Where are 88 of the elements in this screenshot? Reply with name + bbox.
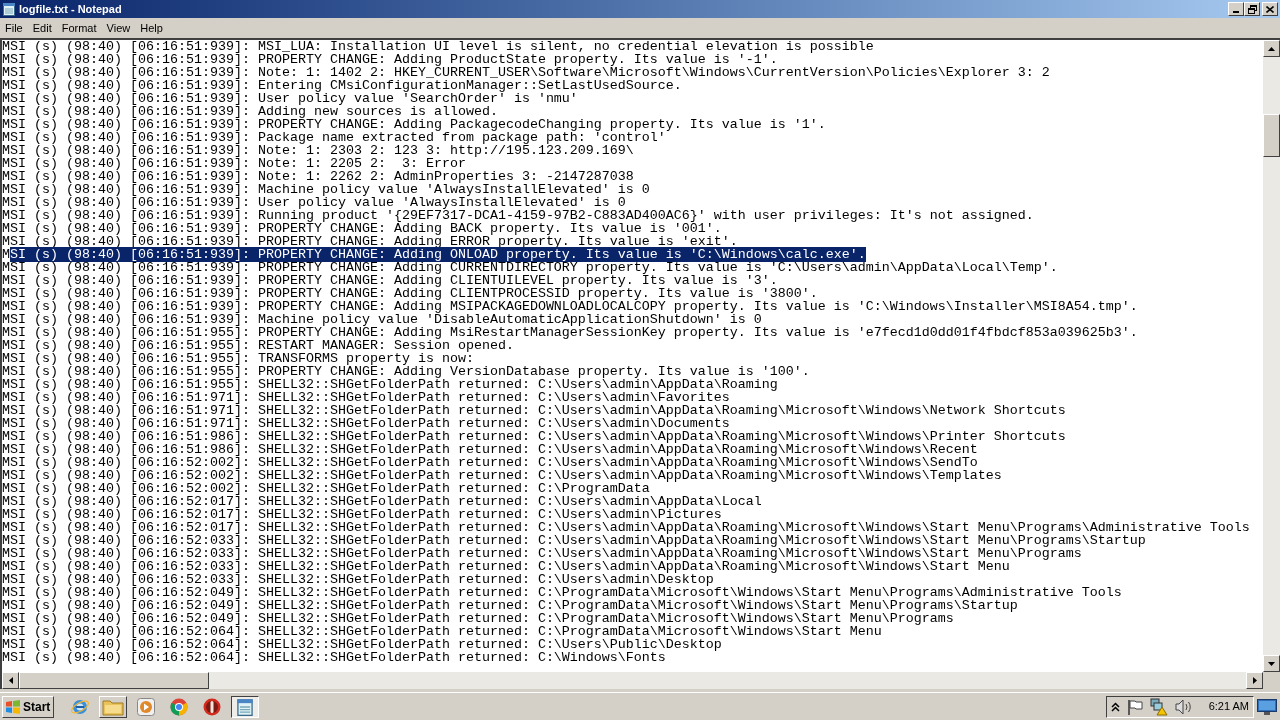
play-icon xyxy=(137,697,155,716)
log-line: MSI (s) (98:40) [06:16:51:939]: PROPERTY CHANGE: Adding CURRENTDIRECTORY property. Its value is 'C:\Users\admin\AppData\Local\Temp'. xyxy=(2,261,1058,274)
flag-icon[interactable] xyxy=(1127,698,1143,715)
horizontal-scrollbar[interactable] xyxy=(2,672,1263,689)
menu-item[interactable]: Help xyxy=(135,19,168,37)
scroll-down-button[interactable] xyxy=(1263,655,1280,672)
log-line: MSI (s) (98:40) [06:16:51:939]: Note: 1: 1402 2: HKEY_CURRENT_USER\Software\Microsoft\Windows\CurrentVersion\Policies\Explorer 3: 2 xyxy=(2,66,1050,79)
start-logo-icon xyxy=(5,699,21,714)
log-line: MSI (s) (98:40) [06:16:51:955]: PROPERTY CHANGE: Adding MsiRestartManagerSessionKey property. Its value is 'e7fecd1d0dd01f4fbdcf853a039625b3'. xyxy=(2,326,1138,339)
log-line: MSI (s) (98:40) [06:16:52:033]: SHELL32::SHGetFolderPath returned: C:\Users\admin\AppData\Roaming\Microsoft\Windows\Start Menu xyxy=(2,560,1010,573)
log-line: MSI (s) (98:40) [06:16:51:939]: Running product '{29EF7317-DCA1-4159-97B2-C883AD400AC6}' with user privileges: It's not assigned. xyxy=(2,209,1034,222)
scroll-thumb[interactable] xyxy=(19,672,209,689)
double-chevron-up-icon[interactable] xyxy=(1111,701,1120,712)
log-line: MSI (s) (98:40) [06:16:51:971]: SHELL32::SHGetFolderPath returned: C:\Users\admin\AppData\Roaming\Microsoft\Windows\Network Shortcuts xyxy=(2,404,1066,417)
restore-button[interactable] xyxy=(1244,2,1260,16)
disc-logo-icon xyxy=(203,697,221,716)
log-line: MSI (s) (98:40) [06:16:52:002]: SHELL32::SHGetFolderPath returned: C:\ProgramData xyxy=(2,482,650,495)
start-button[interactable]: Start xyxy=(2,695,54,718)
right-arrow-icon xyxy=(1252,677,1257,684)
log-line: MSI (s) (98:40) [06:16:51:939]: PROPERTY CHANGE: Adding ERROR property. Its value is 'exit'. xyxy=(2,235,738,248)
desktop-icon xyxy=(1257,698,1277,715)
minimize-button[interactable] xyxy=(1228,2,1244,16)
log-line: MSI (s) (98:40) [06:16:51:939]: PROPERTY CHANGE: Adding CLIENTUILEVEL property. Its value is '3'. xyxy=(2,274,778,287)
log-line: MSI (s) (98:40) [06:16:51:939]: MSI_LUA: Installation UI level is silent, no credential elevation is possible xyxy=(2,40,874,53)
restore-icon xyxy=(1247,4,1257,14)
text-editor[interactable] xyxy=(2,40,1263,672)
log-line: MSI (s) (98:40) [06:16:51:939]: Package name extracted from package path: 'control' xyxy=(2,131,666,144)
menu-item[interactable]: File xyxy=(0,19,28,37)
menu-item[interactable]: Format xyxy=(56,19,102,37)
log-line: MSI (s) (98:40) [06:16:52:049]: SHELL32::SHGetFolderPath returned: C:\ProgramData\Microsoft\Windows\Start Menu\Programs xyxy=(2,612,954,625)
menu-item[interactable]: Edit xyxy=(27,19,57,37)
vertical-scrollbar[interactable] xyxy=(1263,40,1280,672)
log-line: MSI (s) (98:40) [06:16:51:939]: PROPERTY CHANGE: Adding BACK property. Its value is '001'. xyxy=(2,222,722,235)
log-line: MSI (s) (98:40) [06:16:52:049]: SHELL32::SHGetFolderPath returned: C:\ProgramData\Microsoft\Windows\Start Menu\Programs\Startup xyxy=(2,599,1018,612)
log-line: MSI (s) (98:40) [06:16:52:033]: SHELL32::SHGetFolderPath returned: C:\Users\admin\AppData\Roaming\Microsoft\Windows\Start Menu\Programs xyxy=(2,547,1082,560)
log-line: MSI (s) (98:40) [06:16:51:986]: SHELL32::SHGetFolderPath returned: C:\Users\admin\AppData\Roaming\Microsoft\Windows\Printer Shortcuts xyxy=(2,430,1066,443)
scroll-left-button[interactable] xyxy=(2,672,19,689)
log-line: MSI (s) (98:40) [06:16:52:017]: SHELL32::SHGetFolderPath returned: C:\Users\admin\AppData\Local xyxy=(2,495,762,508)
log-line: MSI (s) (98:40) [06:16:51:939]: Note: 1: 2303 2: 123 3: http://195.123.209.169\ xyxy=(2,144,634,157)
log-line: MSI (s) (98:40) [06:16:52:017]: SHELL32::SHGetFolderPath returned: C:\Users\admin\Pictures xyxy=(2,508,722,521)
log-line: MSI (s) (98:40) [06:16:51:939]: PROPERTY CHANGE: Adding ONLOAD property. Its value is 'C:\Windows\calc.exe'. xyxy=(2,248,866,261)
log-line: MSI (s) (98:40) [06:16:51:939]: PROPERTY CHANGE: Adding PackagecodeChanging property. Its value is '1'. xyxy=(2,118,826,131)
log-line: MSI (s) (98:40) [06:16:52:033]: SHELL32::SHGetFolderPath returned: C:\Users\admin\AppData\Roaming\Microsoft\Windows\Start Menu\Programs\Startup xyxy=(2,534,1146,547)
log-line: MSI (s) (98:40) [06:16:51:955]: PROPERTY CHANGE: Adding VersionDatabase property. Its value is '100'. xyxy=(2,365,810,378)
log-line: MSI (s) (98:40) [06:16:52:064]: SHELL32::SHGetFolderPath returned: C:\ProgramData\Microsoft\Windows\Start Menu xyxy=(2,625,882,638)
minimize-icon xyxy=(1233,11,1239,13)
log-line: MSI (s) (98:40) [06:16:51:939]: PROPERTY CHANGE: Adding MSIPACKAGEDOWNLOADLOCALCOPY property. Its value is 'C:\Windows\Installer\MSI8A54.tmp'. xyxy=(2,300,1138,313)
scroll-thumb[interactable] xyxy=(1263,114,1280,157)
clock[interactable]: 6:21 AM xyxy=(1208,698,1249,715)
log-line: MSI (s) (98:40) [06:16:52:049]: SHELL32::SHGetFolderPath returned: C:\ProgramData\Microsoft\Windows\Start Menu\Programs\Administrative Tools xyxy=(2,586,1122,599)
log-line: MSI (s) (98:40) [06:16:51:955]: RESTART MANAGER: Session opened. xyxy=(2,339,514,352)
notepad-icon xyxy=(236,697,254,716)
close-icon xyxy=(1266,5,1274,13)
down-arrow-icon xyxy=(1268,661,1275,666)
window-title: logfile.txt - Notepad xyxy=(19,2,122,16)
speaker-icon[interactable] xyxy=(1175,698,1193,715)
log-line: MSI (s) (98:40) [06:16:51:939]: PROPERTY CHANGE: Adding CLIENTPROCESSID property. Its value is '3800'. xyxy=(2,287,818,300)
log-line: MSI (s) (98:40) [06:16:51:971]: SHELL32::SHGetFolderPath returned: C:\Users\admin\Favorites xyxy=(2,391,730,404)
log-line: MSI (s) (98:40) [06:16:52:002]: SHELL32::SHGetFolderPath returned: C:\Users\admin\AppData\Roaming\Microsoft\Windows\Templates xyxy=(2,469,1002,482)
log-line: MSI (s) (98:40) [06:16:52:064]: SHELL32::SHGetFolderPath returned: C:\Users\Public\Desktop xyxy=(2,638,722,651)
log-line: MSI (s) (98:40) [06:16:51:939]: Machine policy value 'AlwaysInstallElevated' is 0 xyxy=(2,183,650,196)
circle-logo-icon xyxy=(170,697,188,716)
log-line: MSI (s) (98:40) [06:16:51:939]: PROPERTY CHANGE: Adding ProductState property. Its value is '-1'. xyxy=(2,53,778,66)
log-line: MSI (s) (98:40) [06:16:52:002]: SHELL32::SHGetFolderPath returned: C:\Users\admin\AppData\Roaming\Microsoft\Windows\SendTo xyxy=(2,456,978,469)
scroll-up-button[interactable] xyxy=(1263,40,1280,57)
close-button[interactable] xyxy=(1262,2,1278,16)
folder-icon xyxy=(102,697,124,716)
network-warning-icon[interactable] xyxy=(1150,697,1168,716)
log-line: MSI (s) (98:40) [06:16:52:033]: SHELL32::SHGetFolderPath returned: C:\Users\admin\Desktop xyxy=(2,573,714,586)
notepad-icon xyxy=(2,2,16,16)
log-line: MSI (s) (98:40) [06:16:51:939]: Adding new sources is allowed. xyxy=(2,105,498,118)
log-line: MSI (s) (98:40) [06:16:51:939]: User policy value 'AlwaysInstallElevated' is 0 xyxy=(2,196,626,209)
log-line: MSI (s) (98:40) [06:16:51:939]: Note: 1: 2205 2: 3: Error xyxy=(2,157,466,170)
menu-item[interactable]: View xyxy=(101,19,136,37)
log-line: MSI (s) (98:40) [06:16:51:939]: Note: 1: 2262 2: AdminProperties 3: -2147287038 xyxy=(2,170,634,183)
left-arrow-icon xyxy=(8,677,13,684)
log-line: MSI (s) (98:40) [06:16:51:986]: SHELL32::SHGetFolderPath returned: C:\Users\admin\AppData\Roaming\Microsoft\Windows\Recent xyxy=(2,443,978,456)
log-line: MSI (s) (98:40) [06:16:51:939]: Machine policy value 'DisableAutomaticApplicationShutdown' is 0 xyxy=(2,313,762,326)
up-arrow-icon xyxy=(1268,46,1275,51)
log-line: MSI (s) (98:40) [06:16:51:939]: User policy value 'SearchOrder' is 'nmu' xyxy=(2,92,578,105)
taskbar-button[interactable] xyxy=(231,695,259,718)
log-line: MSI (s) (98:40) [06:16:51:955]: SHELL32::SHGetFolderPath returned: C:\Users\admin\AppData\Roaming xyxy=(2,378,778,391)
log-line: MSI (s) (98:40) [06:16:51:955]: TRANSFORMS property is now: xyxy=(2,352,474,365)
log-line: MSI (s) (98:40) [06:16:51:971]: SHELL32::SHGetFolderPath returned: C:\Users\admin\Documents xyxy=(2,417,730,430)
log-line: MSI (s) (98:40) [06:16:51:939]: Entering CMsiConfigurationManager::SetLastUsedSource. xyxy=(2,79,682,92)
log-line: MSI (s) (98:40) [06:16:52:017]: SHELL32::SHGetFolderPath returned: C:\Users\admin\AppData\Roaming\Microsoft\Windows\Start Menu\Programs\Administrative Tools xyxy=(2,521,1250,534)
scroll-right-button[interactable] xyxy=(1246,672,1263,689)
log-line: MSI (s) (98:40) [06:16:52:064]: SHELL32::SHGetFolderPath returned: C:\Windows\Fonts xyxy=(2,651,666,664)
